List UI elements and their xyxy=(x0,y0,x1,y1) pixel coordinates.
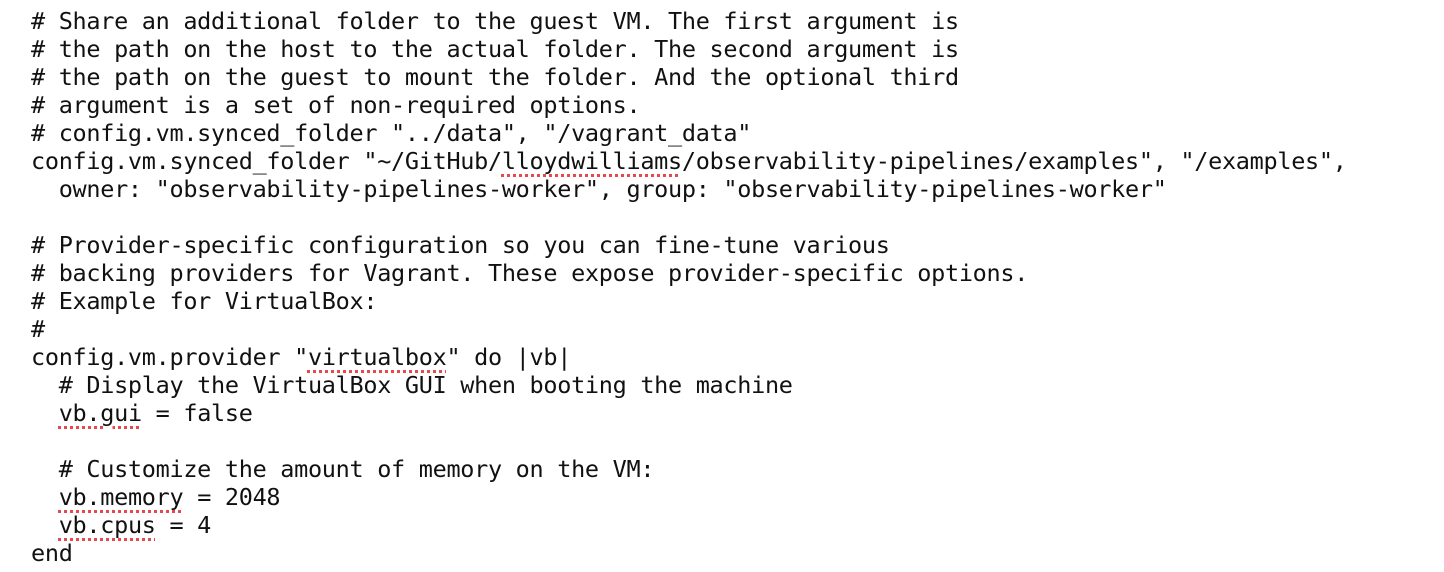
misspelled-word: virtualbox xyxy=(307,343,447,371)
code-line[interactable]: # backing providers for Vagrant. These e… xyxy=(31,259,1431,287)
code-line[interactable]: # xyxy=(31,315,1431,343)
code-text: " do |vb| xyxy=(446,343,572,371)
code-text: # config.vm.synced_folder "../data", "/v… xyxy=(31,119,752,147)
code-text: = 4 xyxy=(155,511,212,539)
code-text: owner: "observability-pipelines-worker",… xyxy=(31,175,1167,203)
code-line[interactable]: end xyxy=(31,539,1431,567)
code-line[interactable]: config.vm.synced_folder "~/GitHub/lloydw… xyxy=(31,147,1431,175)
code-text: /observability-pipelines/examples", "/ex… xyxy=(681,147,1347,175)
misspelled-word: vb.memory xyxy=(58,483,184,511)
code-line[interactable]: # Display the VirtualBox GUI when bootin… xyxy=(31,371,1431,399)
code-line[interactable]: vb.memory = 2048 xyxy=(31,483,1431,511)
code-line[interactable] xyxy=(31,203,1431,231)
code-text: # Example for VirtualBox: xyxy=(31,287,378,315)
code-text: # argument is a set of non-required opti… xyxy=(31,91,641,119)
code-text: # Share an additional folder to the gues… xyxy=(31,7,959,35)
code-line[interactable]: # Example for VirtualBox: xyxy=(31,287,1431,315)
code-text: # xyxy=(31,315,45,343)
code-text: # backing providers for Vagrant. These e… xyxy=(31,259,1029,287)
code-text: end xyxy=(31,539,73,567)
code-line[interactable]: vb.cpus = 4 xyxy=(31,511,1431,539)
code-line[interactable]: vb.gui = false xyxy=(31,399,1431,427)
code-line[interactable]: # config.vm.synced_folder "../data", "/v… xyxy=(31,119,1431,147)
code-text: config.vm.synced_folder "~/GitHub/ xyxy=(31,147,502,175)
code-line[interactable] xyxy=(31,427,1431,455)
code-line[interactable]: # the path on the guest to mount the fol… xyxy=(31,63,1431,91)
code-line[interactable]: # Customize the amount of memory on the … xyxy=(31,455,1431,483)
code-text: # the path on the host to the actual fol… xyxy=(31,35,959,63)
code-text: # Customize the amount of memory on the … xyxy=(31,455,655,483)
code-text: = 2048 xyxy=(183,483,281,511)
code-line[interactable]: # the path on the host to the actual fol… xyxy=(31,35,1431,63)
code-line[interactable]: owner: "observability-pipelines-worker",… xyxy=(31,175,1431,203)
code-line[interactable]: config.vm.provider "virtualbox" do |vb| xyxy=(31,343,1431,371)
code-text-area[interactable]: # Share an additional folder to the gues… xyxy=(31,7,1431,567)
code-line[interactable]: # Share an additional folder to the gues… xyxy=(31,7,1431,35)
code-text: # Provider-specific configuration so you… xyxy=(31,231,890,259)
code-text: # Display the VirtualBox GUI when bootin… xyxy=(31,371,793,399)
misspelled-word: lloydwilliams xyxy=(501,147,682,175)
text-editor-window: { "editor": { "spellcheck_color": "#e548… xyxy=(0,0,1444,572)
misspelled-word: vb.cpus xyxy=(58,511,156,539)
code-text: # the path on the guest to mount the fol… xyxy=(31,63,959,91)
misspelled-word: vb.gui xyxy=(58,399,142,427)
code-line[interactable]: # Provider-specific configuration so you… xyxy=(31,231,1431,259)
code-text: config.vm.provider " xyxy=(31,343,308,371)
code-line[interactable]: # argument is a set of non-required opti… xyxy=(31,91,1431,119)
code-text: = false xyxy=(141,399,253,427)
